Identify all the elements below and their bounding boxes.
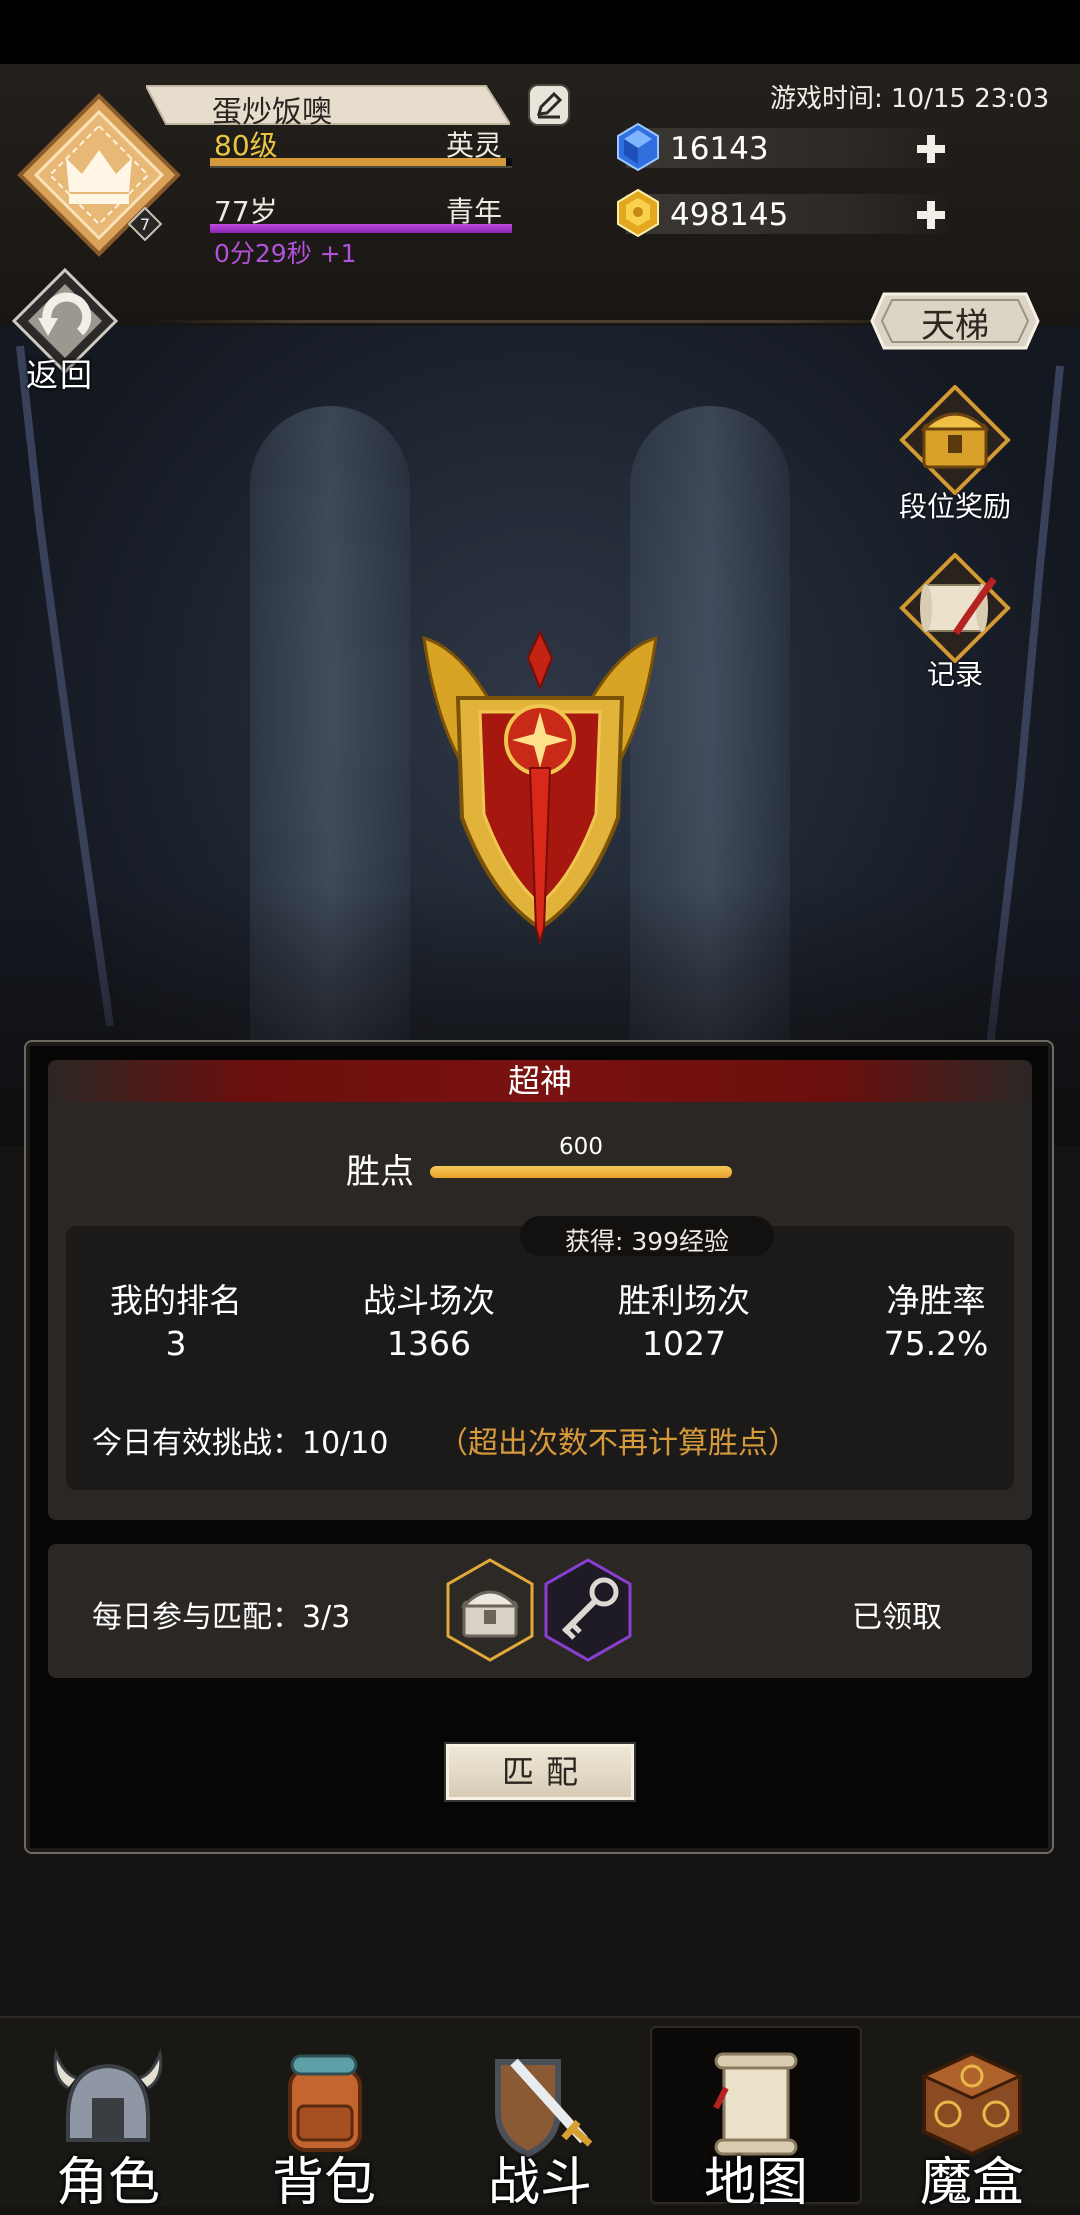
add-gems-plus-icon[interactable] — [914, 132, 948, 166]
nav-backpack[interactable]: 背包 — [216, 2024, 432, 2213]
stat-rank-value: 3 — [165, 1324, 187, 1363]
daily-challenge-count: 今日有效挑战：10/10 — [92, 1426, 389, 1461]
stat-winrate-value: 75.2% — [883, 1324, 989, 1363]
age-progress-bar — [210, 224, 512, 233]
stat-wins-label: 胜利场次 — [618, 1281, 750, 1320]
win-points-label: 胜点 — [346, 1152, 414, 1192]
stat-rank-label: 我的排名 — [110, 1281, 242, 1320]
rank-title: 超神 — [507, 1062, 572, 1100]
win-points-bar — [430, 1166, 732, 1178]
avatar-level-badge: 7 — [128, 207, 162, 241]
back-label: 返回 — [26, 356, 95, 394]
header-divider — [150, 320, 930, 323]
stat-battles-label: 战斗场次 — [363, 1281, 495, 1320]
reward-claimed-status: 已领取 — [852, 1600, 942, 1635]
level-progress-bar — [210, 158, 512, 168]
supreme-rank-emblem — [422, 629, 658, 946]
add-gold-plus-icon[interactable] — [914, 198, 948, 232]
system-status-bar — [0, 0, 1080, 64]
silver-chest-reward-icon[interactable] — [444, 1558, 536, 1662]
avatar-level-text: 7 — [140, 215, 150, 234]
rank-reward-label: 段位奖励 — [898, 490, 1011, 523]
record-label: 记录 — [926, 658, 983, 691]
treasure-chest-icon[interactable] — [896, 385, 1014, 495]
blue-gem-icon — [617, 122, 659, 172]
stat-winrate-label: 净胜率 — [886, 1281, 986, 1320]
nav-role[interactable]: 角色 — [0, 2024, 216, 2213]
gem-amount: 16143 — [670, 131, 769, 167]
ladder-label: 天梯 — [921, 306, 989, 346]
match-button[interactable]: 匹配 — [446, 1744, 634, 1800]
nav-battle[interactable]: 战斗 — [432, 2024, 648, 2213]
win-points-value: 600 — [559, 1134, 603, 1160]
exp-gain-text: 获得: 399经验 — [564, 1227, 730, 1256]
daily-challenge-note: （超出次数不再计算胜点） — [438, 1426, 798, 1461]
gold-amount: 498145 — [670, 197, 789, 233]
nav-map[interactable]: 地图 — [648, 2024, 864, 2213]
game-time: 游戏时间: 10/15 23:03 — [770, 84, 1050, 114]
scroll-quill-icon[interactable] — [896, 553, 1014, 663]
win-points-fill — [430, 1166, 732, 1178]
stat-battles-value: 1366 — [387, 1324, 471, 1363]
edit-name-button[interactable] — [526, 82, 572, 128]
stat-wins-value: 1027 — [642, 1324, 726, 1363]
age-timer: 0分29秒 +1 — [214, 239, 357, 268]
daily-match-count: 每日参与匹配：3/3 — [92, 1600, 351, 1635]
age-progress-fill — [210, 224, 512, 233]
key-reward-icon[interactable] — [542, 1558, 634, 1662]
gold-ingot-icon — [617, 188, 659, 238]
level-progress-fill — [210, 158, 506, 166]
nav-magic-box[interactable]: 魔盒 — [864, 2024, 1080, 2213]
